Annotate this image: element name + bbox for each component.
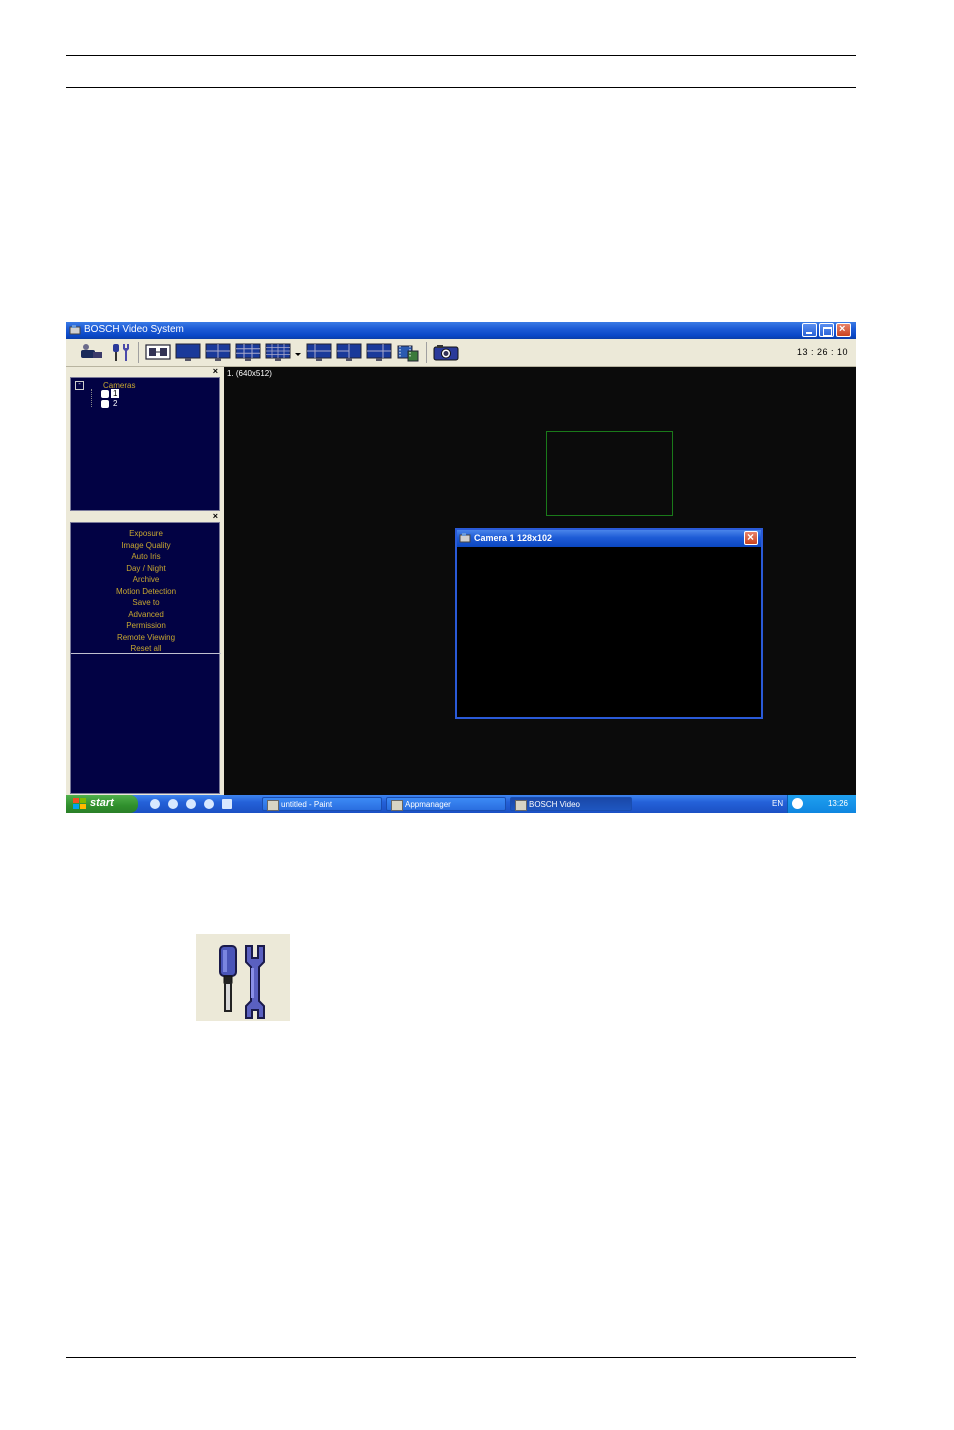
window-title: BOSCH Video System [84,324,184,335]
layout-a-icon[interactable] [306,343,332,362]
playback-icon[interactable] [396,343,420,362]
task-appmanager-label: Appmanager [405,800,451,809]
tray-clock: 13:26 [827,799,848,808]
bottom-rule [66,1357,856,1358]
quicklaunch-browser-icon[interactable] [168,799,178,809]
tree-panel-header: × [70,366,220,377]
settings-icon[interactable] [110,343,132,362]
tree-panel-close-icon[interactable]: × [213,366,218,376]
appmanager-icon [391,800,403,811]
camera-window-close-button[interactable]: × [744,530,758,545]
windows-taskbar: start untitled - Paint Appmanager BOSCH … [66,795,856,813]
tray-volume-icon[interactable] [792,798,803,809]
tree-camera-1[interactable]: 1 [101,389,123,399]
task-paint-label: untitled - Paint [281,800,333,809]
paint-icon [267,800,279,811]
settings-panel-header: × [70,511,220,522]
single-view-icon[interactable] [145,343,171,362]
menu-image-quality[interactable]: Image Quality [71,540,221,552]
quicklaunch-media-icon[interactable] [204,799,214,809]
language-indicator[interactable]: EN [772,799,783,808]
menu-save-to[interactable]: Save to [71,597,221,609]
left-pane: × - Cameras 1 2 × Exposure Image Quality… [66,366,224,813]
system-tray: EN 13:26 [772,795,856,813]
screwdriver-wrench-icon [219,945,265,1019]
settings-menu: Exposure Image Quality Auto Iris Day / N… [71,528,221,655]
settings-panel: Exposure Image Quality Auto Iris Day / N… [70,522,221,794]
motion-detection-zone[interactable] [546,431,673,516]
quicklaunch-app-icon[interactable] [186,799,196,809]
camera-2-icon [101,400,109,408]
video-resolution-label: 1. (640x512) [227,369,272,378]
quicklaunch-ie-icon[interactable] [150,799,160,809]
screenshot-bosch-video-system: BOSCH Video System × 13: 26: 10 × - Ca… [66,322,856,813]
start-button[interactable]: start [66,795,138,813]
camera-window-title: Camera 1 128x102 [474,533,553,543]
layout-dropdown-icon[interactable] [294,343,302,362]
task-appmanager[interactable]: Appmanager [386,797,506,811]
menu-advanced[interactable]: Advanced [71,609,221,621]
tree-connector [91,389,93,407]
main-toolbar: 13 : 26 : 10 [66,339,856,367]
camera-window[interactable]: Camera 1 128x102 × [455,528,763,719]
maximize-button[interactable] [819,323,834,337]
menu-day-night[interactable]: Day / Night [71,563,221,575]
start-label: start [90,797,114,809]
clock: 13 : 26 : 10 [796,347,848,357]
windows-logo-icon [73,798,86,809]
cameras-icon[interactable] [78,343,104,362]
camera-tree-panel: - Cameras 1 2 [70,377,220,511]
camera-window-app-icon [459,533,471,543]
settings-divider [71,653,221,654]
menu-auto-iris[interactable]: Auto Iris [71,551,221,563]
snapshot-icon[interactable] [433,343,459,362]
settings-tools-icon-enlarged [196,934,290,1021]
minimize-button[interactable] [802,323,817,337]
sixteen-view-icon[interactable] [265,343,291,362]
app-icon [69,325,81,335]
nine-view-icon[interactable] [235,343,261,362]
task-bosch-video[interactable]: BOSCH Video [510,797,632,811]
task-bosch-video-label: BOSCH Video [529,800,580,809]
window-titlebar[interactable]: BOSCH Video System × [66,322,856,339]
tree-collapse-icon[interactable]: - [75,381,84,390]
menu-exposure[interactable]: Exposure [71,528,221,540]
menu-remote-viewing[interactable]: Remote Viewing [71,632,221,644]
camera-2-label: 2 [113,399,118,408]
quicklaunch-docs-icon[interactable] [222,799,232,809]
camera-1-icon [101,390,109,398]
top-rule-1 [66,55,856,56]
camera-window-titlebar[interactable]: Camera 1 128x102 × [457,530,761,547]
menu-permission[interactable]: Permission [71,620,221,632]
layout-b-icon[interactable] [336,343,362,362]
close-button[interactable]: × [836,323,851,337]
camera-1-label: 1 [111,389,120,398]
quad-view-icon[interactable] [205,343,231,362]
menu-archive[interactable]: Archive [71,574,221,586]
top-rule-2 [66,87,856,88]
layout-c-icon[interactable] [366,343,392,362]
monitor-icon[interactable] [175,343,201,362]
settings-panel-close-icon[interactable]: × [213,511,218,521]
task-paint[interactable]: untitled - Paint [262,797,382,811]
menu-motion-detection[interactable]: Motion Detection [71,586,221,598]
bosch-video-icon [515,800,527,811]
tree-camera-2[interactable]: 2 [101,399,123,409]
